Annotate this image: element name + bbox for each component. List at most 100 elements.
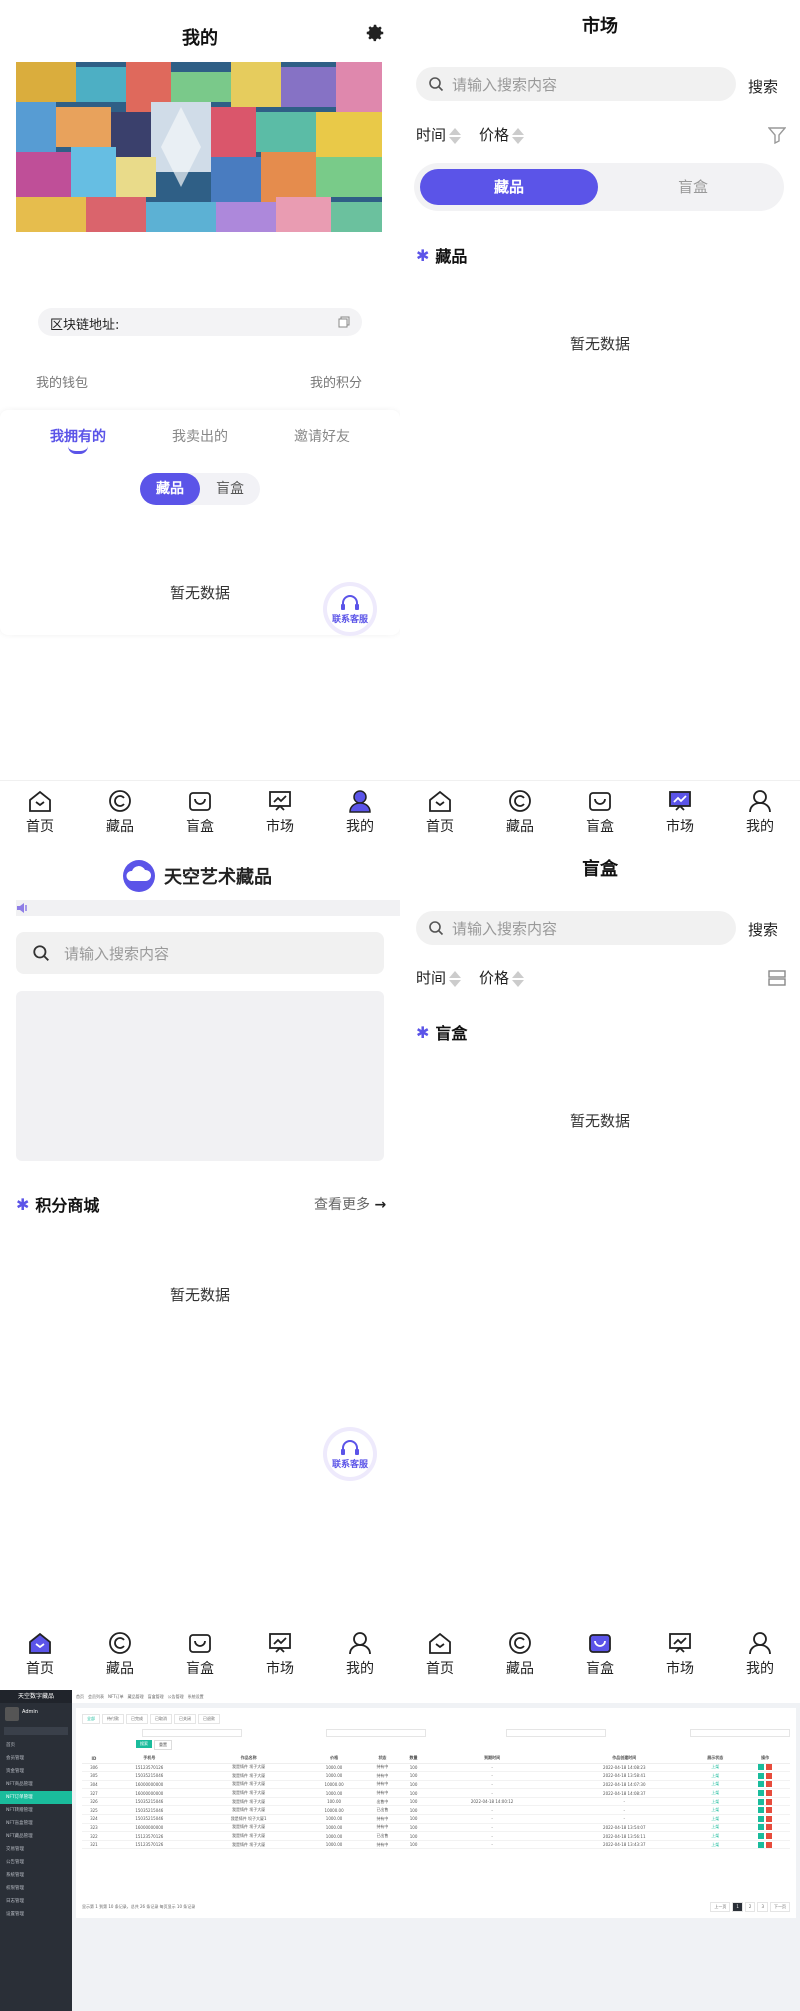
edit-icon[interactable]: [758, 1841, 765, 1848]
nav-market[interactable]: 市场: [249, 789, 311, 836]
tab[interactable]: 首页: [76, 1694, 84, 1700]
search-button[interactable]: 搜索: [748, 919, 778, 940]
edit-icon[interactable]: [758, 1833, 765, 1840]
nav-collections[interactable]: 藏品: [489, 1631, 551, 1678]
reset-button[interactable]: 重置: [154, 1740, 172, 1750]
list-view-icon[interactable]: [768, 969, 786, 987]
page-link[interactable]: 2: [744, 1902, 756, 1912]
sidebar-item[interactable]: 系统管理: [0, 1869, 72, 1882]
delete-icon[interactable]: [766, 1824, 773, 1831]
edit-icon[interactable]: [758, 1772, 765, 1779]
edit-icon[interactable]: [758, 1824, 765, 1831]
nav-market[interactable]: 市场: [649, 1631, 711, 1678]
sidebar-item[interactable]: 交易管理: [0, 1843, 72, 1856]
nav-home[interactable]: 首页: [9, 1631, 71, 1678]
filter-tab[interactable]: 全部: [82, 1714, 100, 1724]
search-input[interactable]: 请输入搜索内容: [416, 911, 736, 945]
edit-icon[interactable]: [758, 1790, 765, 1797]
delete-icon[interactable]: [766, 1841, 773, 1848]
filter-tab[interactable]: 已退款: [198, 1714, 220, 1724]
name-field[interactable]: [326, 1729, 426, 1737]
edit-icon[interactable]: [758, 1764, 765, 1771]
page-link[interactable]: 1: [732, 1902, 743, 1912]
nav-mine[interactable]: 我的: [729, 1631, 791, 1678]
nav-home[interactable]: 首页: [409, 1631, 471, 1678]
tab-owned[interactable]: 我拥有的: [50, 426, 106, 446]
sort-time[interactable]: 时间: [416, 124, 462, 145]
search-input[interactable]: 请输入搜索内容: [416, 67, 736, 101]
tab-invite[interactable]: 邀请好友: [294, 426, 350, 446]
delete-icon[interactable]: [766, 1781, 773, 1788]
sidebar-item[interactable]: NFT盲盒管理: [0, 1817, 72, 1830]
gear-icon[interactable]: [364, 22, 386, 44]
row-actions[interactable]: [740, 1763, 790, 1773]
row-actions[interactable]: [740, 1823, 790, 1833]
sidebar-item[interactable]: 日志管理: [0, 1895, 72, 1908]
filter-icon[interactable]: [768, 126, 786, 144]
row-actions[interactable]: [740, 1788, 790, 1798]
edit-icon[interactable]: [758, 1815, 765, 1822]
nav-blindbox[interactable]: 盲盒: [569, 1631, 631, 1678]
wallet-link[interactable]: 我的钱包: [36, 372, 88, 391]
sidebar-item[interactable]: 公告管理: [0, 1856, 72, 1869]
search-button[interactable]: 搜索: [748, 76, 778, 97]
display-select[interactable]: [690, 1729, 790, 1737]
sidebar-item[interactable]: 权限管理: [0, 1882, 72, 1895]
row-actions[interactable]: [740, 1805, 790, 1816]
nav-blindbox[interactable]: 盲盒: [169, 1631, 231, 1678]
nav-mine[interactable]: 我的: [329, 1631, 391, 1678]
nav-market[interactable]: 市场: [249, 1631, 311, 1678]
nav-collections[interactable]: 藏品: [89, 789, 151, 836]
filter-tab[interactable]: 已取消: [150, 1714, 172, 1724]
delete-icon[interactable]: [766, 1764, 773, 1771]
sidebar-item[interactable]: 资金管理: [0, 1765, 72, 1778]
nav-collections[interactable]: 藏品: [89, 1631, 151, 1678]
tab[interactable]: 会员列表: [88, 1694, 104, 1700]
sidebar-item[interactable]: 首页: [0, 1739, 72, 1752]
row-actions[interactable]: [740, 1840, 790, 1850]
filter-tab[interactable]: 已完成: [126, 1714, 148, 1724]
nav-market[interactable]: 市场: [649, 789, 711, 836]
sidebar-item[interactable]: NFT商品管理: [0, 1778, 72, 1791]
edit-icon[interactable]: [758, 1807, 765, 1814]
sidebar-item[interactable]: NFT转赠管理: [0, 1804, 72, 1817]
nav-home[interactable]: 首页: [9, 789, 71, 836]
tab[interactable]: 系统设置: [188, 1694, 204, 1700]
phone-field[interactable]: [142, 1729, 242, 1737]
customer-service-button[interactable]: 联系客服: [327, 1431, 373, 1477]
row-actions[interactable]: [740, 1814, 790, 1824]
seg-blindbox[interactable]: 盲盒: [604, 169, 782, 205]
status-select[interactable]: [506, 1729, 606, 1737]
seg-collections[interactable]: 藏品: [420, 169, 598, 205]
search-input[interactable]: 请输入搜索内容: [16, 932, 384, 974]
search-button[interactable]: 搜索: [136, 1740, 152, 1748]
nav-mine[interactable]: 我的: [329, 789, 391, 836]
delete-icon[interactable]: [766, 1807, 773, 1814]
delete-icon[interactable]: [766, 1798, 773, 1805]
delete-icon[interactable]: [766, 1815, 773, 1822]
edit-icon[interactable]: [758, 1781, 765, 1788]
row-actions[interactable]: [740, 1780, 790, 1790]
seg-collections[interactable]: 藏品: [140, 473, 200, 505]
delete-icon[interactable]: [766, 1833, 773, 1840]
edit-icon[interactable]: [758, 1798, 765, 1805]
view-more-link[interactable]: 查看更多 →: [314, 1194, 386, 1214]
sort-price[interactable]: 价格: [479, 124, 525, 145]
tab[interactable]: NFT订单: [108, 1694, 124, 1700]
copy-icon[interactable]: [338, 316, 350, 328]
row-actions[interactable]: [740, 1771, 790, 1781]
points-link[interactable]: 我的积分: [310, 372, 362, 391]
page-link[interactable]: 下一页: [770, 1902, 790, 1912]
nav-home[interactable]: 首页: [409, 789, 471, 836]
admin-search[interactable]: [4, 1727, 68, 1735]
tab[interactable]: 盲盒管理: [148, 1694, 164, 1700]
sidebar-item[interactable]: 会员管理: [0, 1752, 72, 1765]
tab[interactable]: 藏品管理: [128, 1694, 144, 1700]
sort-time[interactable]: 时间: [416, 967, 462, 988]
customer-service-button[interactable]: 联系客服: [327, 586, 373, 632]
nav-blindbox[interactable]: 盲盒: [569, 789, 631, 836]
nav-blindbox[interactable]: 盲盒: [169, 789, 231, 836]
row-actions[interactable]: [740, 1831, 790, 1841]
sidebar-item[interactable]: NFT藏品管理: [0, 1830, 72, 1843]
sidebar-item[interactable]: 设置管理: [0, 1908, 72, 1921]
